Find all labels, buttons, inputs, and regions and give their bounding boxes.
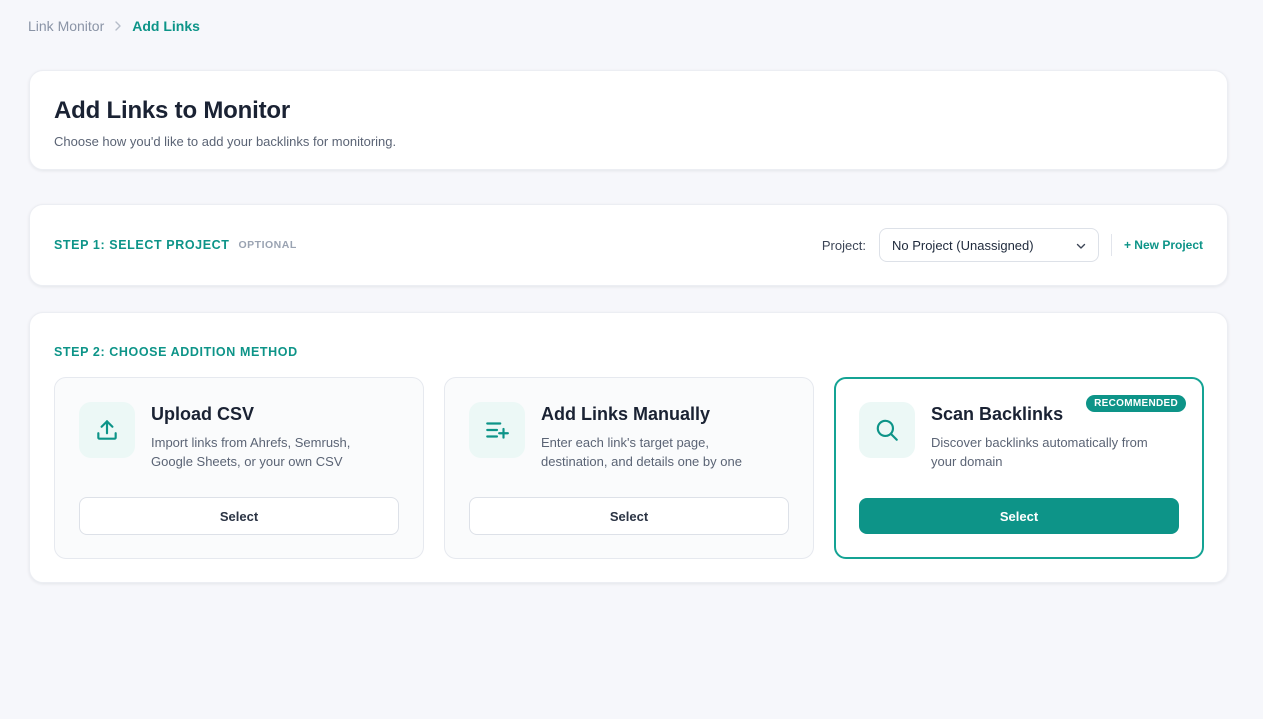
method-card-add-manually[interactable]: Add Links Manually Enter each link's tar… (444, 377, 814, 559)
chevron-down-icon (1076, 238, 1086, 253)
breadcrumb-current: Add Links (132, 18, 200, 34)
select-upload-csv-button[interactable]: Select (79, 497, 399, 535)
project-controls: Project: No Project (Unassigned) + New P… (822, 228, 1203, 262)
page-header-card: Add Links to Monitor Choose how you'd li… (29, 70, 1228, 170)
upload-icon (79, 402, 135, 458)
step2-label: STEP 2: CHOOSE ADDITION METHOD (54, 345, 298, 359)
method-description: Discover backlinks automatically from yo… (931, 435, 1148, 469)
page-subtitle: Choose how you'd like to add your backli… (54, 134, 397, 149)
select-scan-backlinks-button[interactable]: Select (859, 498, 1179, 534)
project-label: Project: (821, 237, 866, 253)
method-title: Upload CSV (151, 404, 255, 424)
step2-card: STEP 2: CHOOSE ADDITION METHOD Upload CS… (29, 312, 1228, 583)
optional-tag: OPTIONAL (238, 239, 297, 251)
project-select-value: No Project (Unassigned) (891, 237, 1034, 253)
method-card-upload-csv[interactable]: Upload CSV Import links from Ahrefs, Sem… (54, 377, 424, 559)
method-description: Enter each link's target page, destinati… (541, 435, 742, 469)
method-list: Upload CSV Import links from Ahrefs, Sem… (54, 377, 1204, 559)
step1-card: STEP 1: SELECT PROJECT OPTIONAL Project:… (29, 204, 1228, 286)
breadcrumb-link-monitor[interactable]: Link Monitor (28, 18, 104, 34)
step1-label: STEP 1: SELECT PROJECT (54, 238, 230, 252)
breadcrumb: Link Monitor Add Links (28, 18, 200, 34)
search-icon (859, 402, 915, 458)
new-project-button[interactable]: + New Project (1124, 238, 1203, 252)
chevron-right-icon (114, 21, 122, 31)
page-title: Add Links to Monitor (54, 97, 290, 124)
list-add-icon (469, 402, 525, 458)
recommended-badge: RECOMMENDED (1086, 395, 1186, 412)
method-card-scan-backlinks[interactable]: RECOMMENDED Scan Backlinks Discover back… (834, 377, 1204, 559)
project-select[interactable]: No Project (Unassigned) (878, 228, 1099, 262)
select-add-manually-button[interactable]: Select (469, 497, 789, 535)
method-title: Add Links Manually (541, 404, 711, 424)
divider (1110, 234, 1112, 256)
method-description: Import links from Ahrefs, Semrush, Googl… (151, 435, 351, 469)
